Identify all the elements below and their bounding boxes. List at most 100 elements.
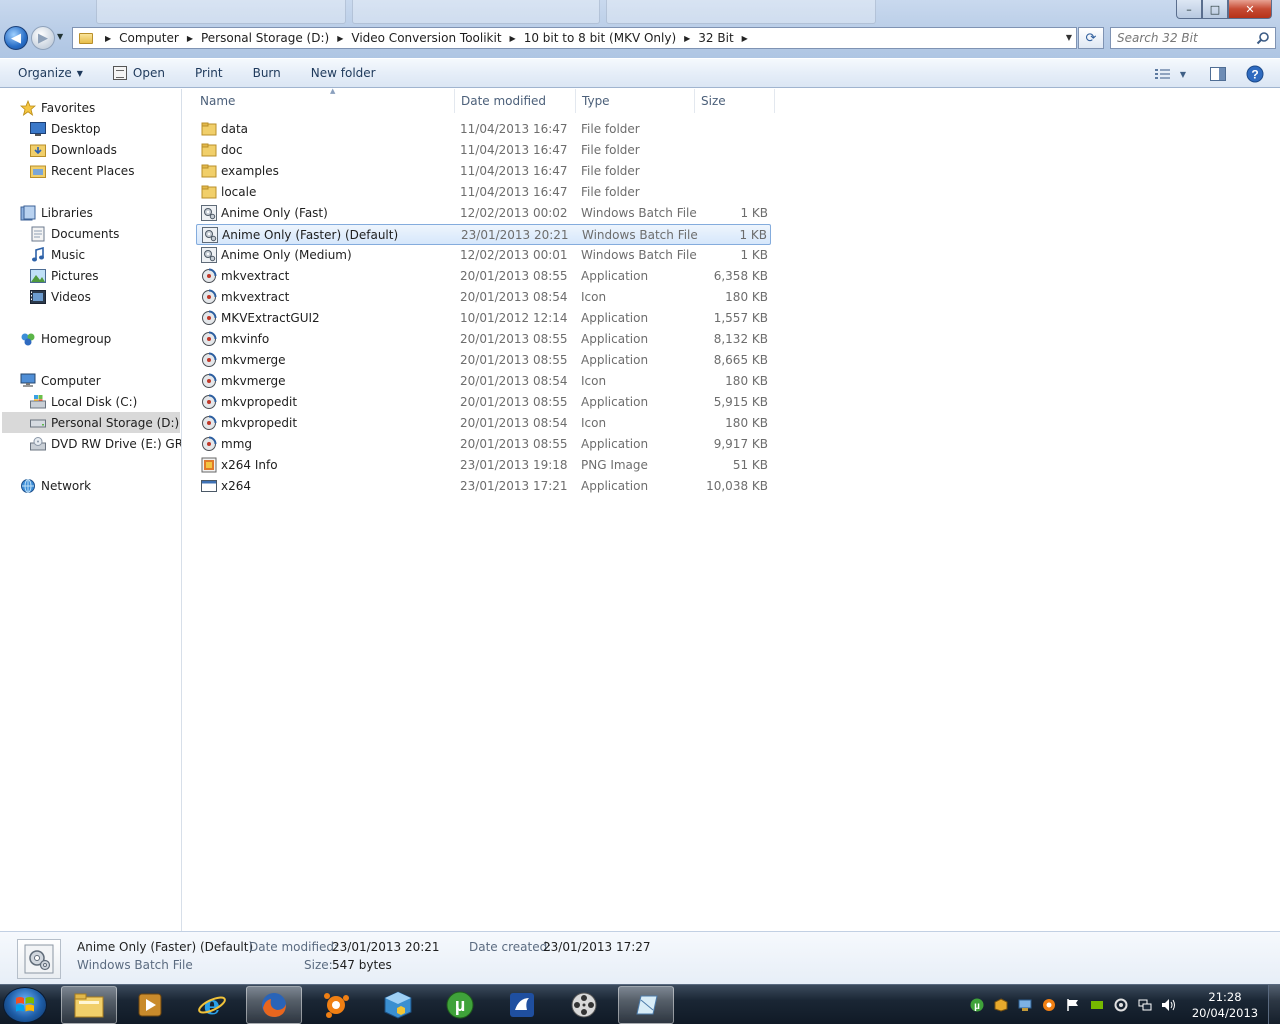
breadcrumb-arrow-icon[interactable]: ▶ <box>337 34 343 43</box>
view-options-dropdown[interactable]: ▼ <box>1174 62 1192 86</box>
table-row[interactable]: mmg 20/01/2013 08:55 Application 9,917 KB <box>196 434 771 455</box>
breadcrumb-arrow-icon[interactable]: ▶ <box>510 34 516 43</box>
table-row[interactable]: data 11/04/2013 16:47 File folder <box>196 119 771 140</box>
nav-desktop[interactable]: Desktop <box>30 118 101 139</box>
nav-music[interactable]: Music <box>30 244 85 265</box>
column-name[interactable]: Name ▲ <box>194 87 455 113</box>
maximize-button[interactable]: □ <box>1202 0 1228 19</box>
refresh-button[interactable]: ⟳ <box>1078 27 1104 49</box>
column-size[interactable]: Size <box>695 89 775 113</box>
column-type-label: Type <box>582 94 610 108</box>
breadcrumb-video-conversion[interactable]: Video Conversion Toolikit <box>351 31 501 45</box>
taskbar-avast[interactable] <box>308 986 364 1024</box>
folder-icon <box>201 142 217 158</box>
sync-tray-icon[interactable] <box>1113 997 1129 1013</box>
nav-local-disk-c[interactable]: Local Disk (C:) <box>30 391 137 412</box>
file-name: mkvmerge <box>221 353 286 367</box>
forward-button[interactable]: ▶ <box>31 26 55 50</box>
table-row-selected[interactable]: Anime Only (Faster) (Default) 23/01/2013 … <box>196 224 771 245</box>
clock-date: 20/04/2013 <box>1191 1006 1259 1020</box>
breadcrumb-arrow-icon[interactable]: ▶ <box>684 34 690 43</box>
folder-icon <box>79 32 93 44</box>
table-row[interactable]: locale 11/04/2013 16:47 File folder <box>196 182 771 203</box>
show-desktop-button[interactable] <box>1268 985 1280 1024</box>
change-view-button[interactable] <box>1152 62 1174 86</box>
table-row[interactable]: mkvpropedit 20/01/2013 08:55 Application 5,… <box>196 392 771 413</box>
nav-personal-storage-d[interactable]: Personal Storage (D:) <box>2 412 180 433</box>
search-box[interactable] <box>1110 27 1276 49</box>
help-button[interactable]: ? <box>1240 62 1270 86</box>
taskbar-internet-explorer[interactable]: e <box>184 986 240 1024</box>
table-row[interactable]: x264 Info 23/01/2013 19:18 PNG Image 51 KB <box>196 455 771 476</box>
taskbar-snipping-tool[interactable] <box>618 986 674 1024</box>
start-button[interactable] <box>3 987 47 1023</box>
nav-documents[interactable]: Documents <box>30 223 119 244</box>
nav-libraries[interactable]: Libraries <box>20 202 93 223</box>
table-row[interactable]: examples 11/04/2013 16:47 File folder <box>196 161 771 182</box>
table-row[interactable]: mkvextract 20/01/2013 08:54 Icon 180 KB <box>196 287 771 308</box>
breadcrumb-arrow-icon[interactable]: ▶ <box>742 34 748 43</box>
recent-pages-dropdown[interactable]: ▼ <box>57 32 63 41</box>
mkv-app-icon <box>201 373 217 389</box>
details-modified-value: 23/01/2013 20:21 <box>332 940 440 954</box>
utorrent-tray-icon[interactable]: µ <box>969 997 985 1013</box>
table-row[interactable]: MKVExtractGUI2 10/01/2012 12:14 Applicatio… <box>196 308 771 329</box>
table-row[interactable]: mkvpropedit 20/01/2013 08:54 Icon 180 KB <box>196 413 771 434</box>
table-row[interactable]: mkvinfo 20/01/2013 08:55 Application 8,132 … <box>196 329 771 350</box>
table-row[interactable]: mkvmerge 20/01/2013 08:54 Icon 180 KB <box>196 371 771 392</box>
avast-tray-icon[interactable] <box>1041 997 1057 1013</box>
nav-dvd-drive-e[interactable]: DVD RW Drive (E:) GRMC <box>30 433 181 454</box>
back-button[interactable]: ◀ <box>4 26 28 50</box>
nvidia-tray-icon[interactable] <box>1089 997 1105 1013</box>
organize-button[interactable]: Organize ▼ <box>10 61 91 85</box>
taskbar-clock[interactable]: 21:28 20/04/2013 <box>1190 989 1260 1021</box>
search-input[interactable] <box>1117 31 1247 45</box>
taskbar-film-app[interactable] <box>556 986 612 1024</box>
breadcrumb-10bit-to-8bit[interactable]: 10 bit to 8 bit (MKV Only) <box>524 31 676 45</box>
search-icon[interactable] <box>1256 31 1270 45</box>
nav-network[interactable]: Network <box>20 475 91 496</box>
taskbar-firefox[interactable] <box>246 986 302 1024</box>
nav-videos[interactable]: Videos <box>30 286 91 307</box>
nav-downloads[interactable]: Downloads <box>30 139 117 160</box>
nav-recent-places[interactable]: Recent Places <box>30 160 134 181</box>
address-bar[interactable]: ▶ Computer ▶ Personal Storage (D:) ▶ Vid… <box>72 27 1077 49</box>
network-tray-icon[interactable] <box>1137 997 1153 1013</box>
taskbar-utorrent[interactable]: µ <box>432 986 488 1024</box>
table-row[interactable]: mkvmerge 20/01/2013 08:55 Application 8,665… <box>196 350 771 371</box>
column-type[interactable]: Type <box>576 89 695 113</box>
address-history-dropdown[interactable]: ▼ <box>1066 33 1072 42</box>
breadcrumb-personal-storage[interactable]: Personal Storage (D:) <box>201 31 329 45</box>
close-button[interactable]: ✕ <box>1228 0 1272 19</box>
nav-homegroup[interactable]: Homegroup <box>20 328 111 349</box>
volume-icon[interactable] <box>1161 997 1177 1013</box>
breadcrumb-computer[interactable]: Computer <box>119 31 179 45</box>
package-tray-icon[interactable] <box>993 997 1009 1013</box>
new-folder-button[interactable]: New folder <box>303 61 384 85</box>
nav-computer[interactable]: Computer <box>20 370 101 391</box>
taskbar-app-bird[interactable] <box>494 986 550 1024</box>
network-drive-tray-icon[interactable] <box>1017 997 1033 1013</box>
action-center-flag-icon[interactable] <box>1065 997 1081 1013</box>
column-date-modified[interactable]: Date modified <box>455 89 576 113</box>
taskbar-security-essentials[interactable] <box>370 986 426 1024</box>
taskbar-media-player[interactable] <box>122 986 178 1024</box>
table-row[interactable]: Anime Only (Medium) 12/02/2013 00:01 Windo… <box>196 245 771 266</box>
burn-button[interactable]: Burn <box>245 61 289 85</box>
table-row[interactable]: mkvextract 20/01/2013 08:55 Application 6,3… <box>196 266 771 287</box>
open-button[interactable]: Open <box>105 61 173 85</box>
breadcrumb-arrow-icon[interactable]: ▶ <box>105 34 111 43</box>
print-button[interactable]: Print <box>187 61 231 85</box>
sort-ascending-icon: ▲ <box>330 87 336 95</box>
preview-pane-button[interactable] <box>1202 62 1234 86</box>
nav-favorites[interactable]: Favorites <box>20 97 95 118</box>
table-row[interactable]: Anime Only (Fast) 12/02/2013 00:02 Windows… <box>196 203 771 224</box>
internet-explorer-icon: e <box>198 991 226 1020</box>
breadcrumb-32-bit[interactable]: 32 Bit <box>698 31 733 45</box>
minimize-button[interactable]: – <box>1176 0 1202 19</box>
table-row[interactable]: doc 11/04/2013 16:47 File folder <box>196 140 771 161</box>
table-row[interactable]: x264 23/01/2013 17:21 Application 10,038 KB <box>196 476 771 497</box>
breadcrumb-arrow-icon[interactable]: ▶ <box>187 34 193 43</box>
nav-pictures[interactable]: Pictures <box>30 265 99 286</box>
taskbar-explorer[interactable] <box>61 986 117 1024</box>
